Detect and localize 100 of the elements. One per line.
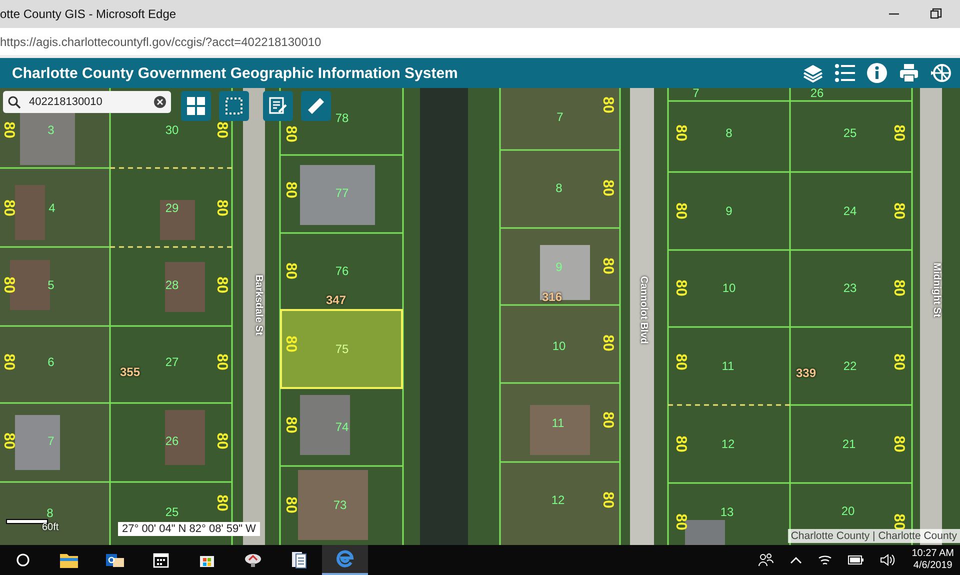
search-icon [8,96,21,108]
window-title: otte County GIS - Microsoft Edge [0,7,176,21]
lot-number[interactable]: 20 [841,505,855,517]
frontage-label: 80 [214,200,230,216]
lot-number[interactable]: 78 [335,112,349,124]
frontage-label: 80 [600,334,616,352]
frontage-label: 80 [892,202,906,220]
frontage-label: 80 [674,202,688,220]
lot-number[interactable]: 9 [726,205,732,217]
frontage-label: 80 [674,514,688,530]
frontage-label: 80 [2,276,16,294]
search-circle-icon[interactable] [16,553,30,567]
distance-label: 339 [796,367,816,379]
lot-number[interactable]: 24 [843,205,857,217]
basemap-button[interactable] [181,91,211,121]
frontage-label: 80 [892,354,906,370]
frontage-label: 80 [600,412,616,428]
lot-number[interactable]: 6 [48,356,54,368]
lot-number[interactable]: 74 [335,421,349,433]
lot-number[interactable]: 11 [722,360,734,372]
lot-number[interactable]: 25 [843,127,857,139]
frontage-label: 80 [2,122,16,138]
ruler-icon [307,97,325,115]
map-attribution: Charlotte County | Charlotte County [788,529,960,543]
lot-number[interactable]: 8 [726,127,732,139]
list-icon[interactable] [834,62,856,84]
frontage-label: 80 [284,126,298,142]
clock-time[interactable]: 10:27 AM [912,548,954,560]
note-pencil-icon [269,97,287,115]
lot-number[interactable]: 26 [810,87,824,99]
distance-label: 347 [326,294,346,306]
restore-icon[interactable] [930,8,942,20]
frontage-label: 80 [214,494,230,512]
frontage-label: 80 [892,280,906,296]
lot-number[interactable]: 23 [843,282,857,294]
coordinates-readout: 27° 00' 04" N 82° 08' 59" W [118,522,260,536]
url-text[interactable]: https://agis.charlottecountyfl.gov/ccgis/?acct=402218130010 [0,34,322,48]
frontage-label: 80 [214,432,230,450]
speaker-icon[interactable] [880,553,896,567]
frontage-label: 80 [2,200,16,216]
street-name: Cannolot Blvd [638,276,648,344]
lot-number[interactable]: 76 [335,265,349,277]
frontage-label: 80 [674,124,688,142]
lot-number[interactable]: 7 [692,87,700,99]
search-field[interactable]: 402218130010 [3,91,171,113]
frontage-label: 80 [600,180,616,196]
frontage-label: 80 [892,124,906,142]
calendar-icon [153,552,169,568]
lot-number[interactable]: 29 [165,202,179,214]
battery-icon[interactable] [848,555,864,565]
frontage-label: 80 [284,416,298,434]
scale-label: 60ft [42,522,59,533]
frontage-label: 80 [600,96,616,114]
lot-number[interactable]: 8 [556,182,562,194]
lot-number[interactable]: 11 [552,417,564,429]
frontage-label: 80 [284,496,298,514]
lot-number[interactable]: 73 [333,499,347,511]
info-icon[interactable] [866,62,888,84]
select-button[interactable] [219,91,249,121]
lot-number[interactable]: 3 [48,124,54,136]
frontage-label: 80 [600,492,616,508]
people-icon[interactable] [758,553,774,567]
wifi-icon[interactable] [818,553,832,567]
lot-number[interactable]: 26 [165,435,179,447]
notes-button[interactable] [263,91,293,121]
lot-number[interactable]: 12 [551,494,565,506]
grid-icon [187,97,205,115]
folder-icon [60,552,78,568]
chevron-up-icon[interactable] [790,556,802,564]
lot-number[interactable]: 10 [552,340,566,352]
clock-date[interactable]: 4/6/2019 [913,560,952,572]
lot-number[interactable]: 30 [165,124,179,136]
lot-number[interactable]: 21 [842,438,856,450]
lot-number[interactable]: 8 [46,507,54,519]
lot-number[interactable]: 7 [556,111,564,123]
lot-number[interactable]: 27 [165,356,179,368]
dashed-square-icon [225,97,243,115]
frontage-label: 80 [674,354,688,370]
globe-tool-icon[interactable] [930,62,952,84]
distance-label: 355 [120,366,140,378]
lot-number[interactable]: 13 [720,506,734,518]
frontage-label: 80 [674,436,688,452]
app-title: Charlotte County Government Geographic Information System [12,64,458,82]
document-icon [291,551,307,569]
lot-number[interactable]: 25 [165,506,179,518]
lot-number[interactable]: 28 [165,279,179,291]
measure-button[interactable] [301,91,331,121]
lot-number[interactable]: 10 [722,282,736,294]
clear-icon[interactable] [154,96,166,108]
print-icon[interactable] [898,62,920,84]
lot-number[interactable]: 5 [48,279,54,291]
lot-number[interactable]: 4 [48,202,56,214]
street-name: Barksdale St [253,274,263,336]
frontage-label: 80 [284,182,298,198]
frontage-label: 80 [214,276,230,294]
lot-number[interactable]: 12 [721,438,735,450]
frontage-label: 80 [2,432,16,450]
frontage-label: 80 [892,514,906,530]
layers-icon[interactable] [802,62,824,84]
lot-number[interactable]: 22 [843,360,857,372]
